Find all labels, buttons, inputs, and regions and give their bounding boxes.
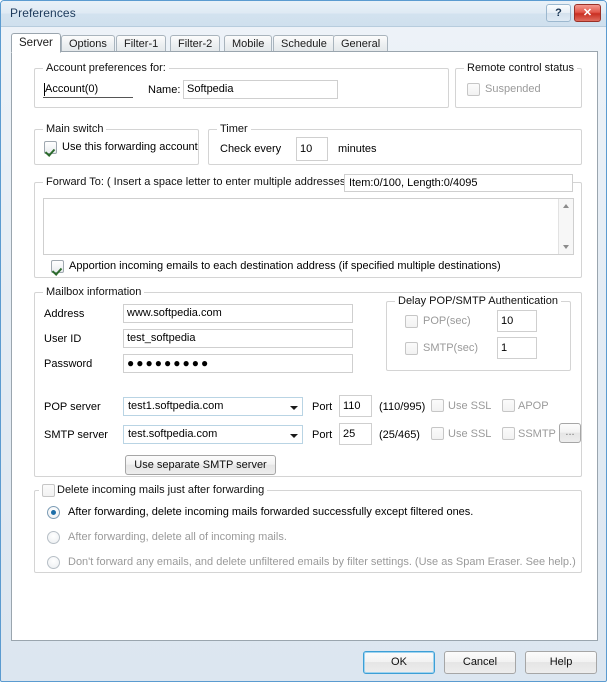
forward-to-legend: Forward To: ( Insert a space letter to e… <box>43 176 356 188</box>
name-label: Name: <box>148 84 181 96</box>
preferences-window: Preferences ? ✕ Server Options Filter-1 … <box>0 0 607 682</box>
pop-delay-label: POP(sec) <box>423 315 471 327</box>
scroll-down-icon[interactable] <box>559 240 573 254</box>
tab-filter-2[interactable]: Filter-2 <box>170 35 221 52</box>
userid-label: User ID <box>44 333 82 345</box>
chevron-down-icon[interactable] <box>285 426 302 443</box>
suspended-checkbox[interactable] <box>467 83 480 96</box>
password-input[interactable]: ●●●●●●●●● <box>123 354 353 373</box>
tab-options[interactable]: Options <box>61 35 115 52</box>
main-switch-legend: Main switch <box>43 123 107 135</box>
account-name-input[interactable]: Softpedia <box>183 80 338 99</box>
pop-use-ssl-checkbox[interactable] <box>431 399 444 412</box>
delete-option-3-radio[interactable] <box>47 556 60 569</box>
delete-incoming-mails-group: Delete incoming mails just after forward… <box>34 484 582 573</box>
pop-server-label: POP server <box>44 401 101 413</box>
delete-incoming-mails-checkbox[interactable] <box>42 484 55 497</box>
remote-control-status-group: Remote control status Suspended <box>455 62 582 108</box>
userid-input[interactable]: test_softpedia <box>123 329 353 348</box>
account-preferences-group: Account preferences for: Account(0) Name… <box>34 62 449 108</box>
delete-option-3-label: Don't forward any emails, and delete unf… <box>68 556 576 568</box>
apportion-checkbox[interactable] <box>51 260 64 273</box>
help-icon[interactable]: ? <box>546 4 571 22</box>
ssmtp-label: SSMTP <box>518 428 556 440</box>
apop-checkbox[interactable] <box>502 399 515 412</box>
timer-group: Timer Check every 10 minutes <box>208 123 582 165</box>
tab-general[interactable]: General <box>333 35 389 52</box>
scroll-up-icon[interactable] <box>559 199 573 213</box>
smtp-delay-checkbox[interactable] <box>405 342 418 355</box>
smtp-server-combobox[interactable]: test.softpedia.com <box>123 425 303 444</box>
smtp-port-hint: (25/465) <box>379 429 420 441</box>
smtp-delay-input[interactable]: 1 <box>497 337 537 359</box>
smtp-browse-button[interactable]: ... <box>559 423 581 443</box>
apportion-label: Apportion incoming emails to each destin… <box>69 260 501 272</box>
forward-addresses-textarea[interactable] <box>43 198 574 255</box>
server-tab-page: Account preferences for: Account(0) Name… <box>11 51 598 641</box>
use-forwarding-account-checkbox[interactable] <box>44 141 57 154</box>
delete-option-2-label: After forwarding, delete all of incoming… <box>68 531 287 543</box>
smtp-port-label: Port <box>312 429 333 441</box>
pop-port-input[interactable]: 110 <box>339 395 372 417</box>
password-label: Password <box>44 358 93 370</box>
tab-filter-1[interactable]: Filter-1 <box>116 35 167 52</box>
ssmtp-checkbox[interactable] <box>502 427 515 440</box>
tab-schedule[interactable]: Schedule <box>273 35 335 52</box>
forward-to-counter: Item:0/100, Length:0/4095 <box>344 174 573 192</box>
help-button[interactable]: Help <box>525 651 597 674</box>
title-bar: Preferences ? ✕ <box>1 1 606 27</box>
pop-delay-input[interactable]: 10 <box>497 310 537 332</box>
close-icon[interactable]: ✕ <box>574 4 601 22</box>
pop-delay-checkbox[interactable] <box>405 315 418 328</box>
delay-authentication-legend: Delay POP/SMTP Authentication <box>395 295 561 307</box>
delete-incoming-mails-legend: Delete incoming mails just after forward… <box>39 484 268 496</box>
account-selector-field[interactable]: Account(0) <box>43 81 133 98</box>
forward-addresses-scrollbar[interactable] <box>558 199 573 254</box>
main-switch-group: Main switch Use this forwarding account <box>34 123 199 165</box>
ok-button[interactable]: OK <box>363 651 435 674</box>
check-interval-input[interactable]: 10 <box>296 137 328 161</box>
delete-option-1-label: After forwarding, delete incoming mails … <box>68 506 474 518</box>
smtp-delay-label: SMTP(sec) <box>423 342 478 354</box>
timer-legend: Timer <box>217 123 251 135</box>
forward-to-group: Forward To: ( Insert a space letter to e… <box>34 174 582 278</box>
smtp-use-ssl-label: Use SSL <box>448 428 492 440</box>
check-every-label: Check every <box>220 143 282 155</box>
window-title: Preferences <box>10 6 76 20</box>
pop-use-ssl-label: Use SSL <box>448 400 492 412</box>
minutes-label: minutes <box>338 143 377 155</box>
use-separate-smtp-server-button[interactable]: Use separate SMTP server <box>125 455 276 475</box>
smtp-port-input[interactable]: 25 <box>339 423 372 445</box>
smtp-server-label: SMTP server <box>44 429 108 441</box>
apop-label: APOP <box>518 400 549 412</box>
account-preferences-legend: Account preferences for: <box>43 62 169 74</box>
tab-strip: Server Options Filter-1 Filter-2 Mobile … <box>11 33 598 53</box>
pop-port-hint: (110/995) <box>379 401 426 413</box>
tab-mobile[interactable]: Mobile <box>224 35 273 52</box>
cancel-button[interactable]: Cancel <box>444 651 516 674</box>
delay-authentication-group: Delay POP/SMTP Authentication POP(sec) 1… <box>386 295 571 371</box>
tab-server[interactable]: Server <box>11 33 61 53</box>
use-forwarding-account-label: Use this forwarding account <box>62 141 198 153</box>
remote-control-status-legend: Remote control status <box>464 62 577 74</box>
pop-server-value: test1.softpedia.com <box>128 400 224 412</box>
chevron-down-icon[interactable] <box>285 398 302 415</box>
smtp-use-ssl-checkbox[interactable] <box>431 427 444 440</box>
mailbox-information-group: Mailbox information Address www.softpedi… <box>34 286 582 477</box>
smtp-server-value: test.softpedia.com <box>128 428 218 440</box>
address-input[interactable]: www.softpedia.com <box>123 304 353 323</box>
mailbox-information-legend: Mailbox information <box>43 286 145 298</box>
address-label: Address <box>44 308 85 320</box>
delete-option-2-radio[interactable] <box>47 531 60 544</box>
delete-option-1-radio[interactable] <box>47 506 60 519</box>
suspended-label: Suspended <box>485 83 541 95</box>
pop-server-combobox[interactable]: test1.softpedia.com <box>123 397 303 416</box>
pop-port-label: Port <box>312 401 333 413</box>
